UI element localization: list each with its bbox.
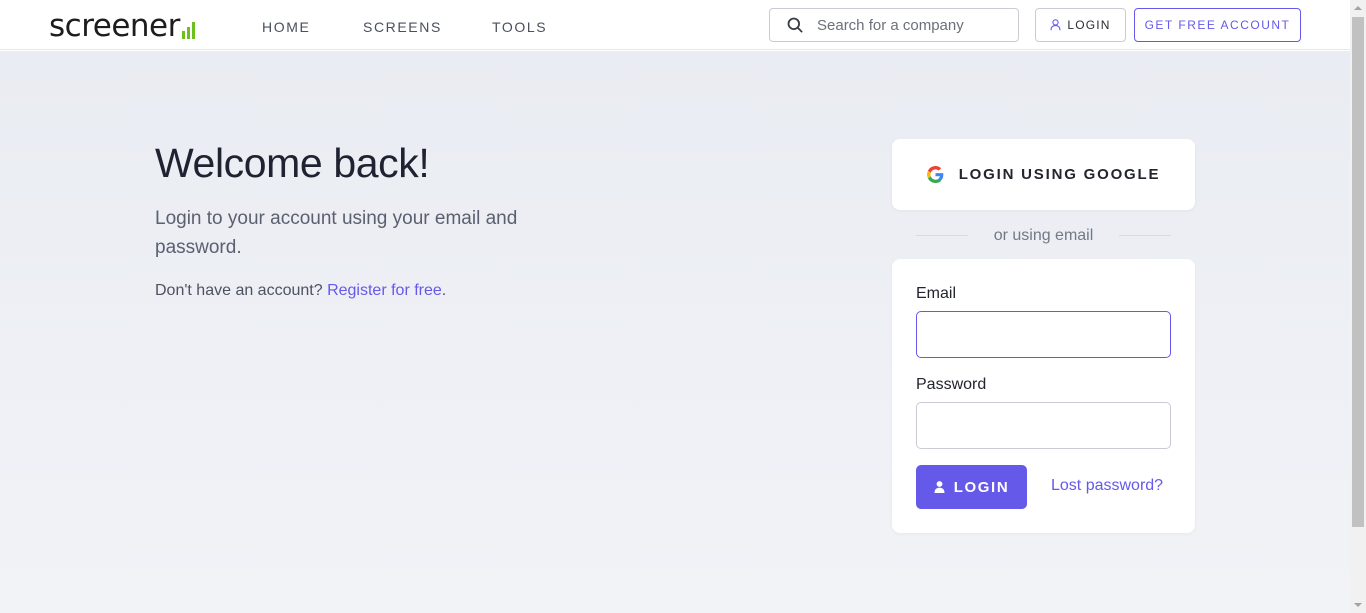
login-form-card: Email Password LOGIN Lost password? <box>892 259 1195 533</box>
register-suffix: . <box>441 282 447 299</box>
screener-logo[interactable]: screener <box>49 6 195 42</box>
page-title: Welcome back! <box>155 140 430 186</box>
header-login-label: LOGIN <box>1067 18 1111 32</box>
email-field[interactable] <box>916 311 1171 358</box>
login-google-label: LOGIN USING GOOGLE <box>958 166 1161 183</box>
top-header: screener HOME SCREENS TOOLS LOGIN GET FR… <box>0 0 1350 50</box>
page-scrollbar[interactable] <box>1350 0 1366 613</box>
get-free-account-label: GET FREE ACCOUNT <box>1144 18 1291 32</box>
get-free-account-button[interactable]: GET FREE ACCOUNT <box>1134 8 1301 42</box>
nav-screens[interactable]: SCREENS <box>363 19 442 35</box>
scroll-down-icon[interactable] <box>1354 603 1362 607</box>
user-icon <box>1050 19 1061 31</box>
google-login-card: LOGIN USING GOOGLE <box>892 139 1195 210</box>
email-label: Email <box>916 285 957 302</box>
scroll-thumb[interactable] <box>1352 17 1364 527</box>
login-page: Welcome back! Login to your account usin… <box>0 51 1350 613</box>
company-search[interactable] <box>769 8 1019 42</box>
header-login-button[interactable]: LOGIN <box>1035 8 1126 42</box>
password-label: Password <box>916 376 987 393</box>
register-prompt: Don't have an account? Register for free… <box>155 282 446 300</box>
nav-home[interactable]: HOME <box>262 19 310 35</box>
register-link[interactable]: Register for free <box>327 282 442 299</box>
page-subtitle: Login to your account using your email a… <box>155 208 518 258</box>
login-google-button[interactable]: LOGIN USING GOOGLE <box>892 139 1195 210</box>
divider-text: or using email <box>993 227 1094 244</box>
or-divider: or using email <box>916 225 1171 247</box>
google-icon <box>926 166 944 183</box>
logo-bars-icon <box>181 22 195 39</box>
login-submit-button[interactable]: LOGIN <box>916 465 1027 509</box>
nav-tools[interactable]: TOOLS <box>492 19 547 35</box>
lost-password-link[interactable]: Lost password? <box>1051 477 1163 495</box>
password-field[interactable] <box>916 402 1171 449</box>
search-input[interactable] <box>817 16 1007 34</box>
user-icon <box>934 481 945 493</box>
search-icon <box>787 17 803 33</box>
register-prefix: Don't have an account? <box>155 282 323 299</box>
logo-text: screener <box>49 8 180 44</box>
divider-line-right <box>1119 235 1171 236</box>
scroll-up-icon[interactable] <box>1354 6 1362 10</box>
login-submit-label: LOGIN <box>953 478 1010 496</box>
